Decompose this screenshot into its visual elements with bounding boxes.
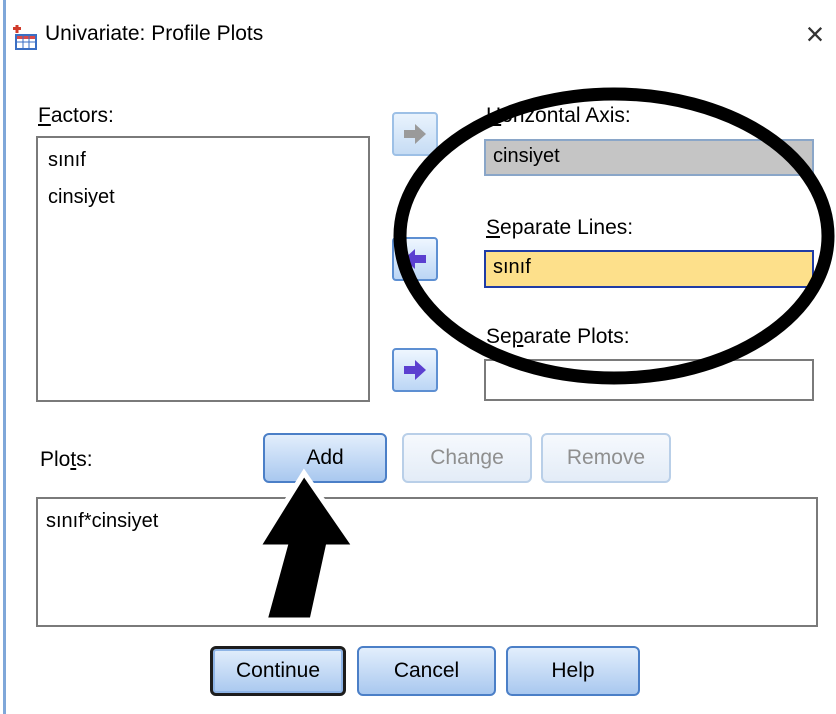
list-item[interactable]: sınıf (38, 138, 368, 179)
remove-button[interactable]: Remove (541, 433, 671, 483)
plots-label-accel: t (70, 448, 77, 471)
spss-app-icon (13, 25, 37, 50)
plots-label: Plots: (40, 448, 93, 471)
list-item[interactable]: sınıf*cinsiyet (38, 499, 816, 543)
factors-label: Factors: (38, 104, 114, 127)
highlight-circle (393, 87, 835, 385)
help-button[interactable]: Help (506, 646, 640, 696)
window-title: Univariate: Profile Plots (45, 22, 264, 45)
list-item[interactable]: cinsiyet (38, 179, 368, 216)
close-icon[interactable]: × (797, 16, 833, 52)
factors-list[interactable]: sınıf cinsiyet (36, 136, 370, 402)
continue-button[interactable]: Continue (210, 646, 346, 696)
cancel-button[interactable]: Cancel (357, 646, 496, 696)
window-border (3, 0, 6, 714)
change-button[interactable]: Change (402, 433, 532, 483)
factors-label-accel: F (38, 104, 51, 127)
plots-list[interactable]: sınıf*cinsiyet (36, 497, 818, 627)
pointer-arrow-icon (253, 468, 360, 623)
